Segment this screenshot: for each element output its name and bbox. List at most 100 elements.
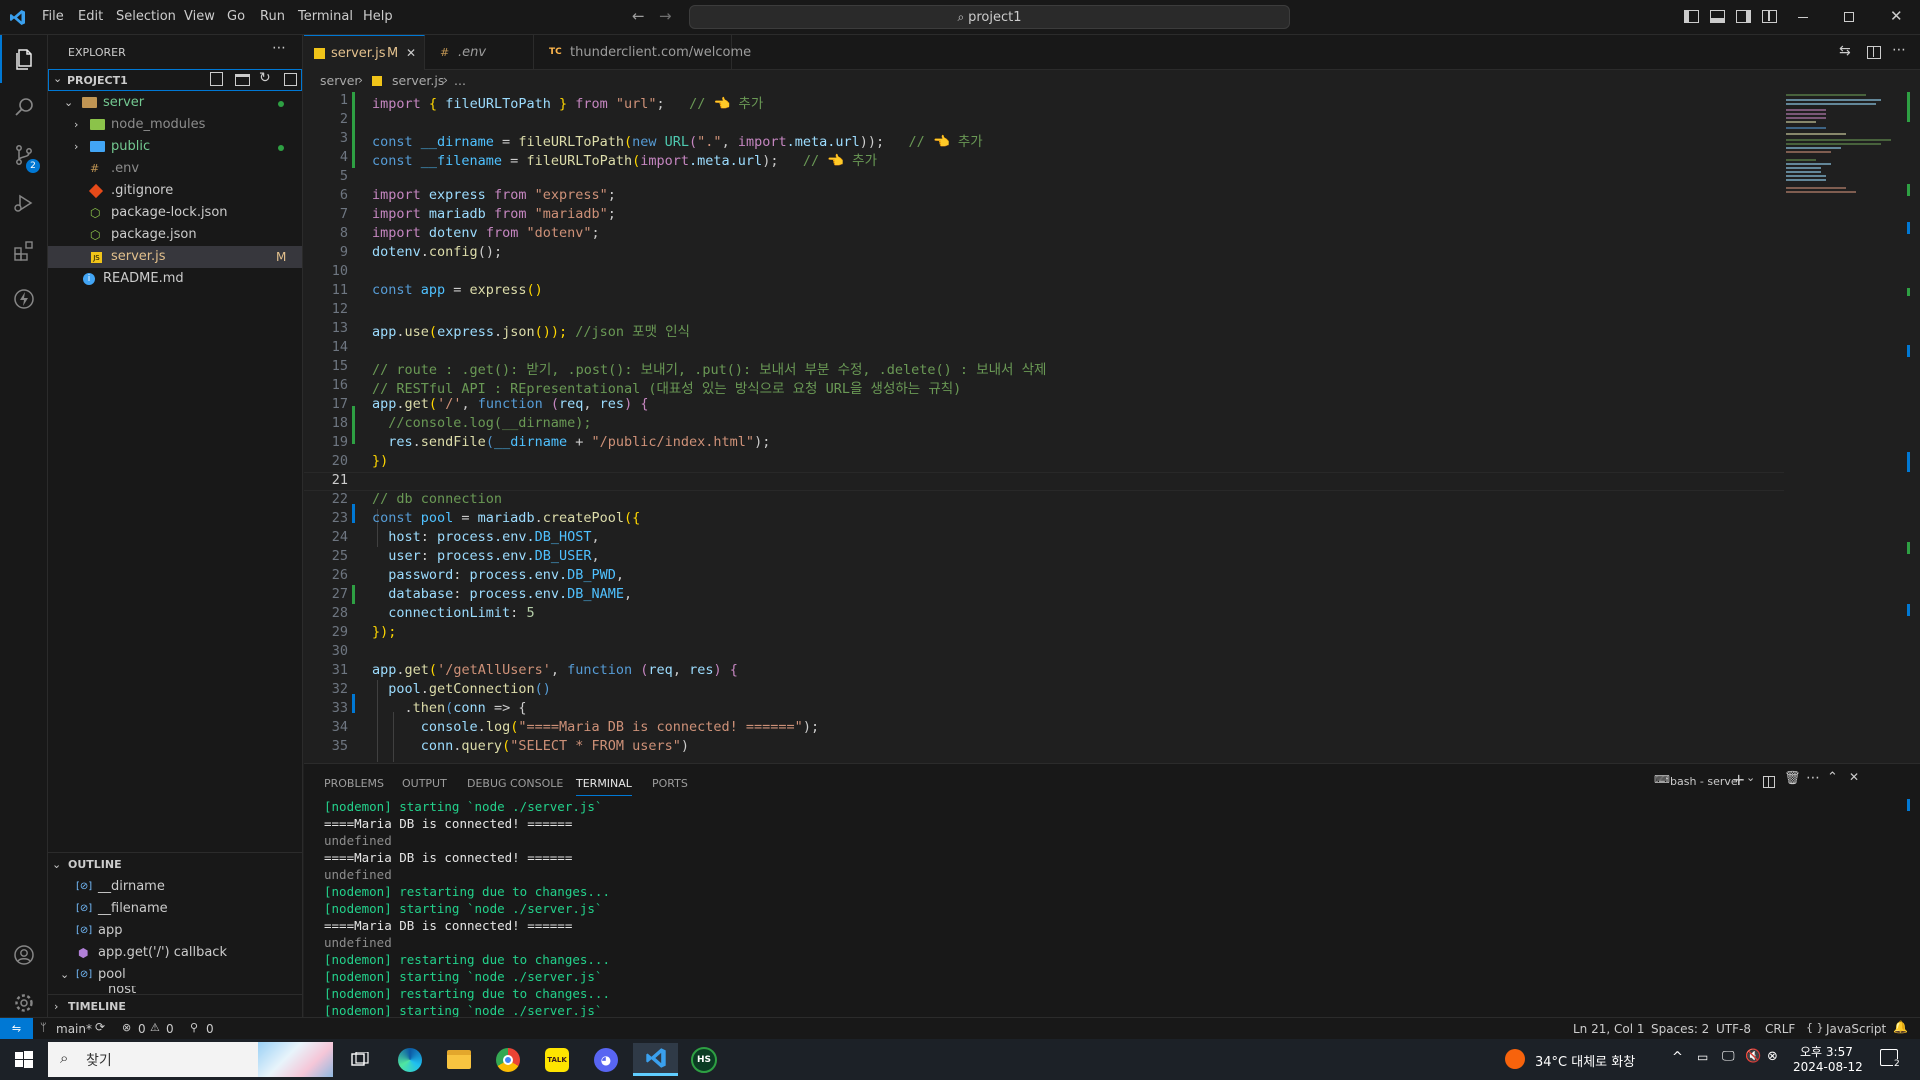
- show-hidden-icons[interactable]: ^: [1672, 1050, 1683, 1065]
- windows-start-icon[interactable]: [4, 1043, 44, 1076]
- panel-tab-terminal[interactable]: TERMINAL: [576, 777, 632, 796]
- tree-item-gitignore[interactable]: .gitignore: [48, 180, 302, 202]
- panel-tab-ports[interactable]: PORTS: [652, 777, 688, 790]
- search-view-icon[interactable]: [0, 83, 48, 131]
- tree-item-package-json[interactable]: ⬡ package.json: [48, 224, 302, 246]
- panel-tab-problems[interactable]: PROBLEMS: [324, 777, 384, 790]
- kakaotalk-icon[interactable]: TALK: [537, 1043, 577, 1076]
- tab-thunderclient[interactable]: TC thunderclient.com/welcome: [535, 35, 751, 70]
- tree-item-server[interactable]: ⌄ server: [48, 92, 302, 114]
- code-editor[interactable]: 1 2 3 4 5 6 7 8 9 10 11 12 13 14 15 16 17 18 19 20 21 22 23 24 2…: [304, 92, 1784, 762]
- collapse-all-icon[interactable]: [284, 73, 297, 86]
- outline-item[interactable]: ⌄ [⊘] pool: [48, 964, 302, 986]
- menu-go[interactable]: Go: [227, 9, 245, 24]
- tab-server-js[interactable]: server.js M ✕: [304, 35, 425, 70]
- explorer-icon[interactable]: [0, 35, 48, 83]
- forward-arrow-icon[interactable]: →: [659, 7, 672, 25]
- outline-header[interactable]: ⌄ OUTLINE: [48, 854, 302, 876]
- restore-button[interactable]: [1844, 12, 1854, 22]
- run-debug-icon[interactable]: [0, 179, 48, 227]
- indentation[interactable]: Spaces: 2: [1651, 1022, 1709, 1036]
- menu-file[interactable]: File: [42, 9, 64, 24]
- outline-item[interactable]: [⊘] __filename: [48, 898, 302, 920]
- breadcrumb-file[interactable]: server.js: [392, 73, 444, 88]
- git-branch[interactable]: main*: [56, 1022, 92, 1036]
- split-terminal-icon[interactable]: [1763, 776, 1775, 788]
- menu-view[interactable]: View: [184, 9, 215, 24]
- more-actions-icon[interactable]: ⋯: [1892, 42, 1906, 58]
- outline-item[interactable]: [⊘] app: [48, 920, 302, 942]
- network-icon[interactable]: 🖵: [1722, 1049, 1735, 1064]
- language-mode[interactable]: JavaScript: [1826, 1022, 1886, 1036]
- tree-item-readme[interactable]: i README.md: [48, 268, 302, 290]
- hs-app-icon[interactable]: HS: [684, 1043, 724, 1076]
- tree-item-server-js[interactable]: JS server.js M: [48, 246, 302, 268]
- new-terminal-icon[interactable]: +: [1732, 770, 1745, 789]
- more-actions-icon[interactable]: ⋯: [272, 40, 286, 56]
- ports-count[interactable]: 0: [206, 1022, 214, 1036]
- panel-tab-debug-console[interactable]: DEBUG CONSOLE: [467, 777, 563, 790]
- timeline-header[interactable]: › TIMELINE: [48, 996, 302, 1018]
- terminal-scrollbar[interactable]: [1907, 799, 1910, 811]
- chrome-icon[interactable]: [488, 1043, 528, 1076]
- maximize-panel-icon[interactable]: ⌃: [1827, 770, 1838, 785]
- customize-layout-icon[interactable]: [1762, 10, 1777, 23]
- command-center-search[interactable]: ⌕ project1: [689, 5, 1290, 29]
- toggle-primary-sidebar-icon[interactable]: [1684, 10, 1699, 23]
- edge-browser-icon[interactable]: [390, 1043, 430, 1076]
- tree-item-package-lock[interactable]: ⬡ package-lock.json: [48, 202, 302, 224]
- trash-icon[interactable]: 🗑: [1784, 771, 1801, 786]
- meet-now-icon[interactable]: ▭: [1697, 1050, 1708, 1064]
- end-of-line[interactable]: CRLF: [1765, 1022, 1795, 1036]
- breadcrumb-folder[interactable]: server: [320, 73, 360, 88]
- menu-selection[interactable]: Selection: [116, 9, 176, 24]
- cursor-position[interactable]: Ln 21, Col 1: [1573, 1022, 1645, 1036]
- status-x-icon[interactable]: ⊗: [1767, 1049, 1778, 1064]
- error-count[interactable]: 0: [138, 1022, 146, 1036]
- panel-tab-output[interactable]: OUTPUT: [402, 777, 447, 790]
- clock-time[interactable]: 오후 3:57: [1800, 1043, 1853, 1060]
- minimize-button[interactable]: [1798, 17, 1808, 18]
- accounts-icon[interactable]: [0, 931, 48, 979]
- close-panel-icon[interactable]: ✕: [1849, 770, 1859, 784]
- encoding[interactable]: UTF-8: [1716, 1022, 1751, 1036]
- new-folder-icon[interactable]: [235, 74, 250, 86]
- compare-changes-icon[interactable]: ⇆: [1839, 43, 1851, 59]
- file-explorer-icon[interactable]: [439, 1043, 479, 1076]
- close-window-button[interactable]: ✕: [1890, 7, 1903, 25]
- outline-item[interactable]: [⊘] __dirname: [48, 876, 302, 898]
- more-actions-icon[interactable]: ⋯: [1806, 770, 1820, 786]
- chevron-down-icon[interactable]: ⌄: [1746, 771, 1755, 784]
- weather-icon[interactable]: [1505, 1049, 1525, 1069]
- split-editor-icon[interactable]: [1867, 46, 1881, 59]
- clock-date[interactable]: 2024-08-12: [1793, 1060, 1863, 1074]
- weather-text[interactable]: 34°C 대체로 화창: [1535, 1051, 1635, 1070]
- warning-count[interactable]: 0: [166, 1022, 174, 1036]
- project-header[interactable]: ⌄ PROJECT1 ↻: [48, 69, 302, 91]
- tree-item-env[interactable]: # .env: [48, 158, 302, 180]
- tree-item-node-modules[interactable]: › node_modules: [48, 114, 302, 136]
- minimap[interactable]: [1786, 92, 1906, 202]
- task-view-icon[interactable]: [340, 1043, 380, 1076]
- tab-env[interactable]: # .env: [426, 35, 534, 70]
- volume-muted-icon[interactable]: 🔇: [1745, 1049, 1761, 1064]
- source-control-icon[interactable]: 2: [0, 131, 48, 179]
- discord-icon[interactable]: ◕: [586, 1043, 626, 1076]
- refresh-icon[interactable]: ↻: [259, 70, 271, 86]
- remote-indicator[interactable]: ⇋: [0, 1018, 33, 1039]
- extensions-icon[interactable]: [0, 227, 48, 275]
- thunder-client-icon[interactable]: [0, 275, 48, 323]
- tree-item-public[interactable]: › public: [48, 136, 302, 158]
- toggle-secondary-sidebar-icon[interactable]: [1736, 10, 1751, 23]
- menu-run[interactable]: Run: [260, 9, 285, 24]
- sync-icon[interactable]: ⟳: [95, 1020, 105, 1034]
- breadcrumb-rest[interactable]: ...: [454, 73, 466, 88]
- taskbar-search-box[interactable]: ⌕ 찾기: [48, 1042, 333, 1077]
- vscode-taskbar-icon[interactable]: [633, 1043, 678, 1076]
- outline-item[interactable]: ⬢ app.get('/') callback: [48, 942, 302, 964]
- toggle-panel-icon[interactable]: [1710, 10, 1725, 23]
- menu-terminal[interactable]: Terminal: [298, 9, 353, 24]
- close-tab-icon[interactable]: ✕: [406, 36, 416, 71]
- notifications-bell-icon[interactable]: 🔔: [1893, 1020, 1908, 1034]
- new-file-icon[interactable]: [210, 72, 223, 86]
